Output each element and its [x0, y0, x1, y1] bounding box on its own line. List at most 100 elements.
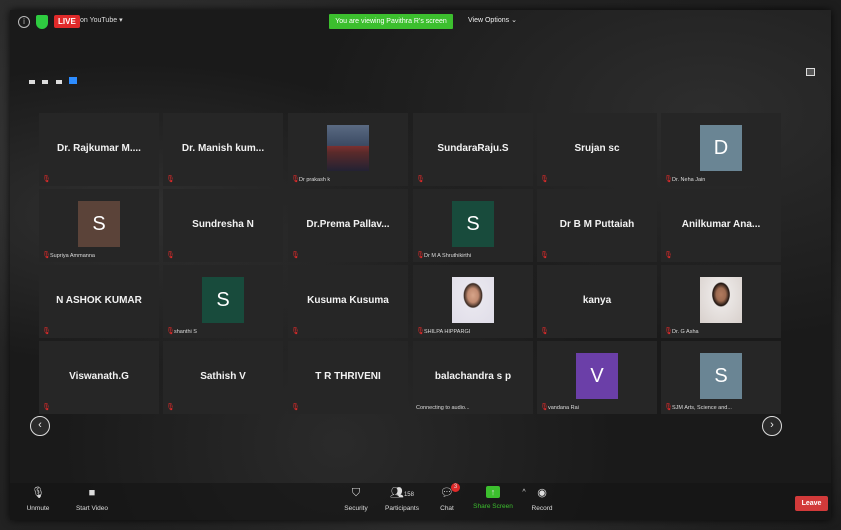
side-by-side-icon[interactable]	[55, 80, 62, 84]
participant-name: Dr. Rajkumar M....	[57, 143, 141, 154]
participant-label: Connecting to audio...	[416, 405, 470, 411]
muted-mic-icon: 🎙︎	[42, 176, 51, 183]
participant-tile[interactable]: Dr. Manish kum... 🎙︎	[163, 113, 283, 186]
muted-mic-icon: 🎙︎	[664, 328, 673, 335]
participant-avatar: S	[452, 201, 494, 247]
muted-mic-icon: 🎙︎	[291, 404, 300, 411]
gallery-view-icon[interactable]	[69, 77, 78, 84]
chat-label: Chat	[440, 505, 454, 512]
participant-tile[interactable]: kanya 🎙︎	[537, 265, 657, 338]
participant-tile[interactable]: 🎙︎ Dr prakash k	[288, 113, 408, 186]
participant-name: Viswanath.G	[69, 371, 129, 382]
view-options-button[interactable]: View Options ⌄	[468, 16, 517, 24]
start-video-button[interactable]: ■ Start Video	[70, 483, 114, 512]
participant-tile[interactable]: S 🎙︎ shanthi S	[163, 265, 283, 338]
shield-icon[interactable]	[36, 15, 48, 29]
muted-mic-icon: 🎙︎	[664, 252, 673, 259]
participant-tile[interactable]: Srujan sc 🎙︎	[537, 113, 657, 186]
participants-button[interactable]: 👥︎158 Participants	[380, 483, 424, 512]
participant-tile[interactable]: 🎙︎ Dr. G Asha	[661, 265, 781, 338]
top-bar: i LIVE on YouTube ▾ You are viewing Pavi…	[10, 10, 831, 36]
participant-video	[327, 125, 369, 171]
participant-tile[interactable]: V 🎙︎ vandana Rai	[537, 341, 657, 414]
viewing-screen-banner: You are viewing Pavithra R's screen	[329, 14, 453, 29]
shield-security-icon: ⛉	[351, 487, 361, 499]
unmute-button[interactable]: 🎙︎ Unmute	[20, 483, 56, 512]
live-badge[interactable]: LIVE	[54, 15, 80, 28]
participant-name: Dr.Prema Pallav...	[306, 219, 390, 230]
bottom-toolbar: 🎙︎ Unmute ■ Start Video ⛉ Security 👥︎158…	[10, 483, 831, 520]
participant-label: vandana Rai	[548, 405, 579, 411]
share-screen-button[interactable]: ↑ Share Screen	[471, 483, 515, 510]
participant-tile[interactable]: Kusuma Kusuma 🎙︎	[288, 265, 408, 338]
muted-mic-icon: 🎙︎	[416, 252, 425, 259]
view-options-label: View Options	[468, 17, 510, 24]
muted-mic-icon: 🎙︎	[166, 176, 175, 183]
security-button[interactable]: ⛉ Security	[340, 483, 372, 512]
participant-tile[interactable]: Dr B M Puttaiah 🎙︎	[537, 189, 657, 262]
participants-count: 158	[403, 492, 414, 498]
participant-tile[interactable]: Anilkumar Ana... 🎙︎	[661, 189, 781, 262]
muted-mic-icon: 🎙︎	[166, 252, 175, 259]
participant-tile[interactable]: Dr. Rajkumar M.... 🎙︎	[39, 113, 159, 186]
chat-button[interactable]: 💬︎ 3 Chat	[434, 483, 460, 512]
participant-avatar: S	[202, 277, 244, 323]
muted-mic-icon: 🎙︎	[42, 404, 51, 411]
participant-name: Kusuma Kusuma	[307, 295, 389, 306]
record-button[interactable]: ◉ Record	[527, 483, 557, 512]
participant-label: Supriya Ammanna	[50, 253, 95, 259]
muted-mic-icon: 🎙︎	[166, 328, 175, 335]
participant-tile[interactable]: 🎙︎ SHILPA HIPPARGI	[413, 265, 533, 338]
participant-tile[interactable]: Dr.Prema Pallav... 🎙︎	[288, 189, 408, 262]
participant-name: Dr. Manish kum...	[181, 143, 265, 154]
participant-name: Sundresha N	[192, 219, 254, 230]
participants-label: Participants	[385, 505, 419, 512]
participant-tile[interactable]: N ASHOK KUMAR 🎙︎	[39, 265, 159, 338]
participant-tile[interactable]: SundaraRaju.S 🎙︎	[413, 113, 533, 186]
participant-tile[interactable]: Sathish V 🎙︎	[163, 341, 283, 414]
participant-video	[700, 277, 742, 323]
participant-avatar: D	[700, 125, 742, 171]
next-page-arrow-icon[interactable]: ›	[762, 416, 782, 436]
muted-mic-icon: 🎙︎	[416, 328, 425, 335]
view-mode-switcher	[29, 71, 80, 84]
live-on-youtube-dropdown[interactable]: on YouTube ▾	[80, 16, 123, 24]
participant-tile[interactable]: S 🎙︎ Dr M A Shruthikirthi	[413, 189, 533, 262]
participant-tile[interactable]: D 🎙︎ Dr. Neha Jain	[661, 113, 781, 186]
muted-mic-icon: 🎙︎	[664, 404, 673, 411]
participant-tile[interactable]: S 🎙︎ SJM Arts, Science and...	[661, 341, 781, 414]
muted-mic-icon: 🎙︎	[540, 328, 549, 335]
participant-tile[interactable]: T R THRIVENI 🎙︎	[288, 341, 408, 414]
participant-avatar: V	[576, 353, 618, 399]
participants-icon: 👥︎158	[390, 487, 414, 499]
info-icon[interactable]: i	[18, 16, 30, 28]
participant-tile[interactable]: Sundresha N 🎙︎	[163, 189, 283, 262]
participant-label: Dr. Neha Jain	[672, 177, 706, 183]
participant-avatar: S	[700, 353, 742, 399]
chat-badge: 3	[451, 483, 460, 492]
participant-label: SHILPA HIPPARGI	[424, 329, 471, 335]
previous-page-arrow-icon[interactable]: ‹	[30, 416, 50, 436]
muted-mic-icon: 🎙︎	[540, 404, 549, 411]
speaker-view-icon[interactable]	[42, 80, 49, 84]
security-label: Security	[344, 505, 368, 512]
chevron-down-icon: ▾	[119, 17, 123, 24]
muted-mic-icon: 🎙︎	[31, 487, 45, 499]
minimize-view-icon[interactable]	[29, 80, 35, 84]
fullscreen-icon[interactable]	[806, 68, 815, 76]
record-label: Record	[531, 505, 553, 512]
muted-mic-icon: 🎙︎	[166, 404, 175, 411]
muted-mic-icon: 🎙︎	[291, 252, 300, 259]
participant-tile[interactable]: S 🎙︎ Supriya Ammanna	[39, 189, 159, 262]
start-video-label: Start Video	[75, 505, 109, 512]
chat-icon: 💬︎ 3	[440, 483, 460, 500]
participant-name: Anilkumar Ana...	[681, 219, 761, 230]
share-screen-label: Share Screen	[473, 503, 513, 510]
zoom-window: i LIVE on YouTube ▾ You are viewing Pavi…	[10, 10, 831, 520]
participant-avatar: S	[78, 201, 120, 247]
participant-tile[interactable]: balachandra s p Connecting to audio...	[413, 341, 533, 414]
participant-tile[interactable]: Viswanath.G 🎙︎	[39, 341, 159, 414]
leave-button[interactable]: Leave	[795, 496, 828, 511]
muted-mic-icon: 🎙︎	[291, 176, 300, 183]
muted-mic-icon: 🎙︎	[42, 328, 51, 335]
